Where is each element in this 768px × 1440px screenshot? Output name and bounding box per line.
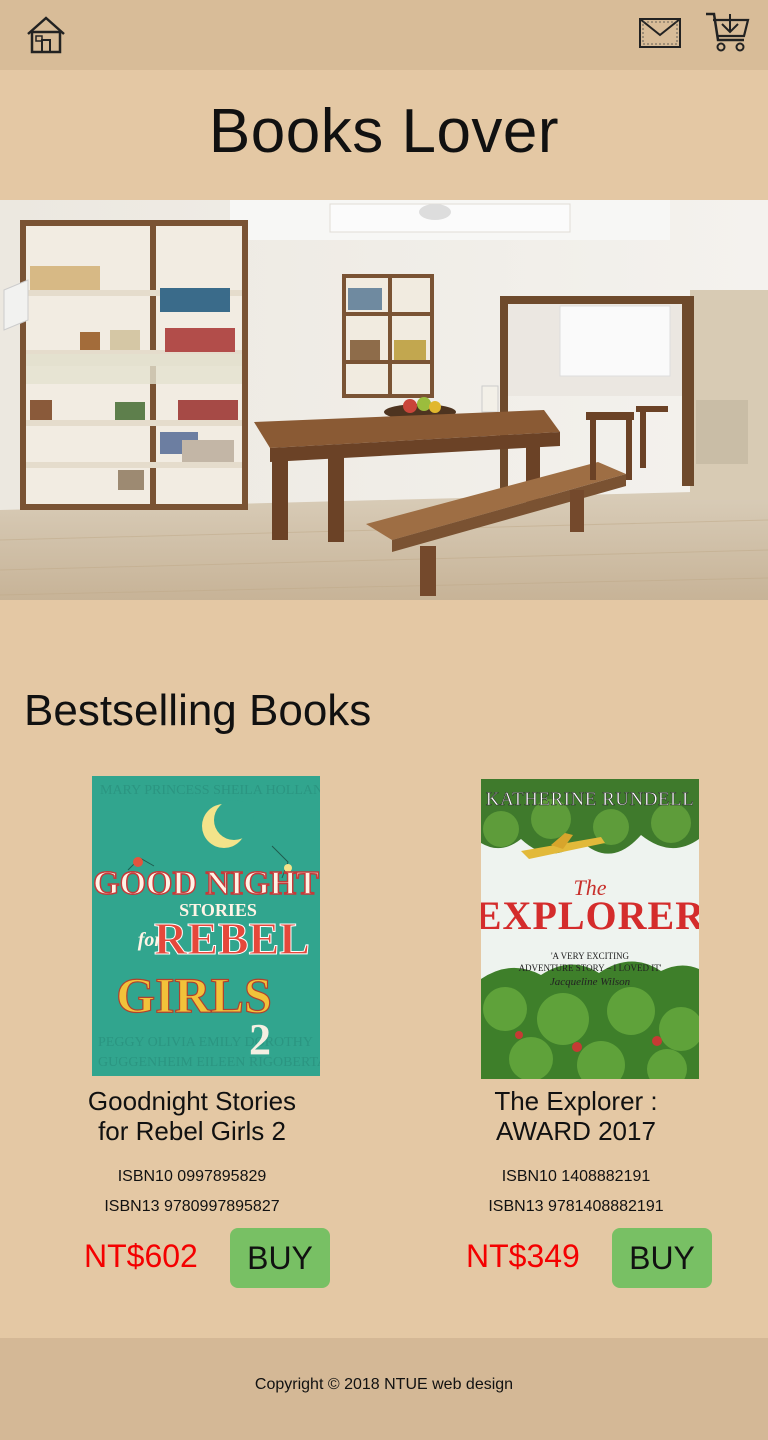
book-card: MARY PRINCESS SHEILA HOLLAN PEGGY OLIVIA…	[0, 0, 384, 1340]
isbn13: ISBN13 9781408882191	[488, 1198, 664, 1215]
isbn10: ISBN10 1408882191	[501, 1168, 651, 1185]
isbn10: ISBN10 0997895829	[117, 1168, 267, 1185]
book-title[interactable]: Goodnight Stories for Rebel Girls 2	[0, 1086, 384, 1146]
book-title-line-1: Goodnight Stories	[87, 1086, 297, 1116]
cover-title-big: EXPLORER	[481, 893, 699, 938]
book-title-line-2: for Rebel Girls 2	[98, 1116, 286, 1146]
book-price: NT$602	[84, 1238, 198, 1274]
svg-text:REBEL: REBEL	[154, 913, 310, 964]
book-title[interactable]: The Explorer : AWARD 2017	[384, 1086, 768, 1146]
cover-quote-line-2: ADVENTURE STORY – I LOVED IT'	[519, 963, 662, 973]
book-title-line-1: The Explorer :	[494, 1086, 658, 1116]
svg-text:PEGGY OLIVIA EMILY DOROTHY: PEGGY OLIVIA EMILY DOROTHY	[98, 1035, 313, 1050]
copyright-text: Copyright © 2018 NTUE web design	[254, 1376, 514, 1393]
book-card: KATHERINE RUNDELL The EXPLORER 'A VERY E…	[384, 0, 768, 1340]
svg-text:GUGGENHEIM EILEEN RIGOBERTA: GUGGENHEIM EILEEN RIGOBERTA	[98, 1055, 320, 1070]
buy-button[interactable]: BUY	[230, 1228, 330, 1288]
isbn13: ISBN13 9780997895827	[104, 1198, 280, 1215]
buy-button[interactable]: BUY	[612, 1228, 712, 1288]
book-price: NT$349	[466, 1238, 580, 1274]
book-cover-explorer[interactable]: KATHERINE RUNDELL The EXPLORER 'A VERY E…	[481, 779, 699, 1079]
cover-quote-line-1: 'A VERY EXCITING	[551, 951, 630, 961]
svg-text:GOOD NIGHT: GOOD NIGHT	[93, 865, 319, 902]
book-title-line-2: AWARD 2017	[496, 1116, 656, 1146]
svg-text:MARY PRINCESS SHEILA HOLLAN: MARY PRINCESS SHEILA HOLLAN	[100, 783, 320, 798]
cover-author: KATHERINE RUNDELL	[486, 789, 695, 810]
book-cover-rebel-girls[interactable]: MARY PRINCESS SHEILA HOLLAN PEGGY OLIVIA…	[92, 776, 320, 1076]
svg-text:2: 2	[249, 1015, 271, 1064]
cover-quote-author: Jacqueline Wilson	[550, 976, 631, 988]
